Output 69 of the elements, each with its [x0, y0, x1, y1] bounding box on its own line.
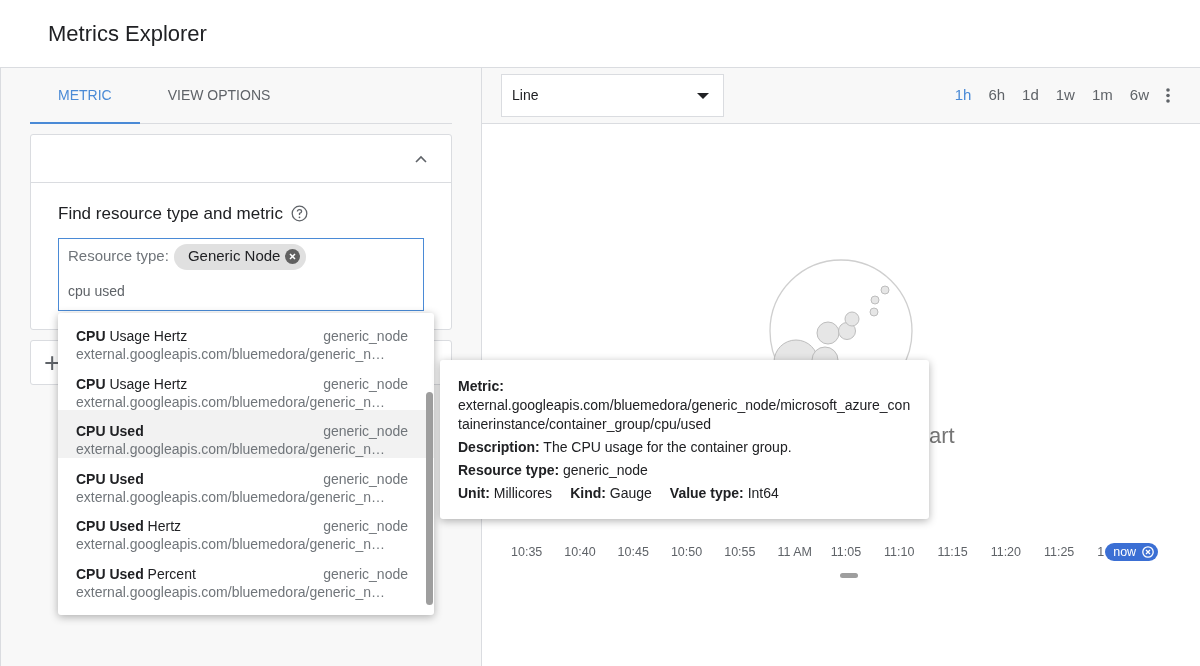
- metric-path: external.googleapis.com/bluemedora/generic_n…: [76, 487, 385, 506]
- axis-tick-label: 10:55: [724, 544, 757, 561]
- axis-tick-label: 11:05: [830, 544, 863, 561]
- tab[interactable]: METRIC: [30, 68, 140, 124]
- chart-type-dropdown[interactable]: Line: [501, 74, 724, 117]
- resource-name: generic_node: [323, 422, 408, 440]
- axis-tick-label: 10:40: [564, 544, 597, 561]
- resource-name: generic_node: [323, 469, 408, 488]
- suggestion-item[interactable]: CPU Used Hertz generic_node external.googleapis.com/bluemedora/generic_n…: [58, 505, 434, 553]
- metric-name: CPU Used: [76, 422, 144, 440]
- drag-handle[interactable]: [840, 573, 858, 578]
- metric-path: external.googleapis.com/bluemedora/generic_node/microsoft_azure_containerinstance/container_group/cpu/used: [458, 396, 912, 434]
- time-range-button[interactable]: 1m: [1091, 84, 1113, 107]
- resource-name: generic_node: [323, 564, 408, 583]
- section-heading: Find resource type and metric: [58, 203, 283, 225]
- search-field[interactable]: Resource type: Generic Node cpu used: [58, 237, 424, 311]
- metric-path: external.googleapis.com/bluemedora/generic_n…: [76, 440, 385, 458]
- remove-icon[interactable]: [285, 249, 301, 264]
- now-chip[interactable]: now: [1105, 543, 1159, 562]
- metric-path: external.googleapis.com/bluemedora/generic_n…: [76, 392, 385, 411]
- metric-name: CPU Used Hertz: [76, 517, 182, 535]
- axis-tick-label: 11:10: [884, 544, 916, 561]
- time-range-button[interactable]: 6w: [1129, 84, 1149, 107]
- add-button[interactable]: +: [44, 348, 61, 377]
- metric-path: external.googleapis.com/bluemedora/generic_n…: [76, 345, 385, 363]
- metric-name: CPU Usage Hertz: [76, 374, 188, 393]
- resource-name: generic_node: [323, 374, 408, 393]
- metric-name: CPU Used: [76, 469, 144, 488]
- page-title: Metrics Explorer: [48, 20, 207, 48]
- axis-tick-label: 11:25: [1043, 544, 1076, 561]
- axis-tick-label: 10:50: [670, 544, 704, 561]
- empty-chart-message: art: [929, 422, 955, 450]
- suggestion-item[interactable]: CPU Used generic_node external.googleapis.com/bluemedora/generic_n…: [58, 457, 434, 505]
- help-icon[interactable]: [290, 205, 308, 223]
- metric-fact: Kind: Gauge: [570, 484, 652, 503]
- resource-name: generic_node: [323, 327, 408, 345]
- metric-path: external.googleapis.com/bluemedora/generic_n…: [76, 582, 385, 601]
- close-icon[interactable]: [1142, 546, 1155, 559]
- suggestion-item[interactable]: CPU Usage Hertz generic_node external.googleapis.com/bluemedora/generic_n…: [58, 362, 434, 410]
- axis-tick-label: 11:20: [990, 544, 1023, 561]
- metric-name: CPU Usage Hertz: [76, 327, 188, 345]
- axis-tick-label: 10:45: [617, 544, 650, 561]
- collapse-icon[interactable]: [415, 154, 427, 163]
- time-range-button[interactable]: 1h: [954, 84, 972, 107]
- axis-tick-label: 11 AM: [777, 544, 813, 561]
- more-icon[interactable]: [1166, 88, 1170, 103]
- axis-tick-label: 10:35: [511, 544, 544, 561]
- suggestion-item[interactable]: CPU Used Percent generic_node external.googleapis.com/bluemedora/generic_n…: [58, 552, 434, 600]
- time-range-button[interactable]: 1w: [1055, 84, 1075, 107]
- suggestion-item[interactable]: CPU Usage Hertz generic_node external.googleapis.com/bluemedora/generic_n…: [58, 315, 434, 363]
- axis-tick-label: 11:15: [937, 544, 969, 561]
- resource-chip: Generic Node: [173, 243, 307, 270]
- metric-fact: Value type: Int64: [669, 484, 779, 503]
- suggestion-item[interactable]: CPU Used generic_node external.googleapis.com/bluemedora/generic_n…: [58, 410, 434, 458]
- query-text: cpu used: [68, 281, 126, 301]
- tab[interactable]: VIEW OPTIONS: [139, 68, 299, 124]
- time-range-button[interactable]: 6h: [988, 84, 1006, 107]
- resource-name: generic_node: [323, 517, 408, 535]
- tooltip-label: Metric:: [458, 377, 505, 396]
- caret-icon: [697, 92, 709, 99]
- metric-name: CPU Used Percent: [76, 564, 196, 583]
- scrollbar[interactable]: [426, 392, 433, 605]
- field-label: Resource type:: [68, 246, 169, 267]
- axis-tick-label: 1: [1097, 544, 1105, 561]
- metric-path: external.googleapis.com/bluemedora/generic_n…: [76, 535, 385, 553]
- time-range-button[interactable]: 1d: [1022, 84, 1039, 107]
- metric-fact: Unit: Millicores: [458, 484, 553, 503]
- metric-description: Description: The CPU usage for the container group.: [458, 438, 793, 457]
- metric-resource-type: Resource type: generic_node: [458, 461, 649, 480]
